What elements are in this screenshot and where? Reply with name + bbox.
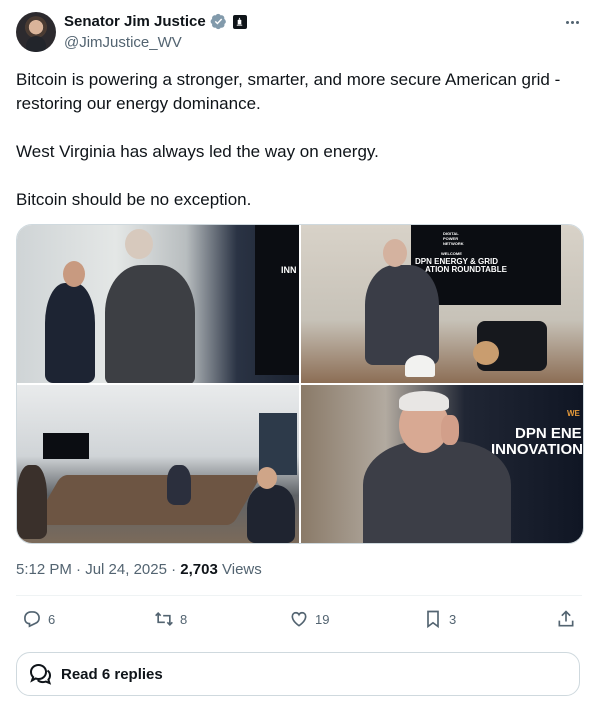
photo-screen-text: WE xyxy=(567,409,580,418)
meta-separator: · xyxy=(171,561,177,578)
bookmark-count: 3 xyxy=(449,611,457,627)
tweet-paragraph: West Virginia has always led the way on … xyxy=(16,142,379,161)
tweet-paragraph: Bitcoin should be no exception. xyxy=(16,190,252,209)
verified-icon xyxy=(210,13,226,30)
author-display-name[interactable]: Senator Jim Justice xyxy=(64,13,206,30)
photo-screen-text: ATION ROUNDTABLE xyxy=(425,265,507,274)
photo-screen-text: NETWORK xyxy=(443,241,464,246)
tweet-time[interactable]: 5:12 PM xyxy=(16,561,72,578)
reply-button[interactable]: 6 xyxy=(22,609,55,629)
divider xyxy=(16,595,582,596)
photo-screen-text: WELCOME xyxy=(441,251,462,256)
reply-icon xyxy=(24,611,40,628)
tweet-paragraph: Bitcoin is powering a stronger, smarter,… xyxy=(16,70,561,113)
repost-button[interactable]: 8 xyxy=(154,609,187,629)
photo-screen-text: DPN ENE xyxy=(515,425,582,442)
share-icon xyxy=(558,610,574,627)
photo-screen-text: INNOVATION xyxy=(491,441,583,458)
tweet-meta: 5:12 PM · Jul 24, 2025 · 2,703 Views xyxy=(16,561,262,578)
read-replies-label: Read 6 replies xyxy=(61,665,163,683)
speech-bubbles-icon xyxy=(29,663,52,685)
meta-separator: · xyxy=(76,561,82,578)
tweet-date[interactable]: Jul 24, 2025 xyxy=(85,561,167,578)
government-badge-icon xyxy=(232,14,247,29)
like-icon xyxy=(291,611,307,627)
more-icon[interactable] xyxy=(562,14,582,30)
author-avatar[interactable] xyxy=(16,12,56,52)
author-name-row: Senator Jim Justice xyxy=(64,13,247,30)
like-count: 19 xyxy=(315,611,330,627)
bookmark-button[interactable]: 3 xyxy=(423,609,456,629)
photo-speaking[interactable]: WE DPN ENE INNOVATION xyxy=(301,385,583,543)
bookmark-icon xyxy=(427,610,439,629)
repost-icon xyxy=(155,611,173,627)
photo-conference-room[interactable] xyxy=(17,385,299,543)
read-replies-button[interactable]: Read 6 replies xyxy=(16,652,580,696)
photo-roundtable-seated[interactable]: DIGITAL POWER NETWORK WELCOME DPN ENERGY… xyxy=(301,225,583,383)
repost-count: 8 xyxy=(180,611,188,627)
author-handle[interactable]: @JimJustice_WV xyxy=(64,34,182,51)
views-label: Views xyxy=(222,561,262,578)
photo-screen-text: INN xyxy=(281,265,297,275)
media-grid: INN DIGITAL POWER NETWORK WELCOME DPN EN… xyxy=(16,224,584,544)
like-button[interactable]: 19 xyxy=(289,609,329,629)
share-button[interactable] xyxy=(556,609,576,629)
photo-handshake[interactable]: INN xyxy=(17,225,299,383)
action-bar: 6 8 19 3 xyxy=(16,609,582,633)
views-count: 2,703 xyxy=(180,561,218,578)
tweet-text: Bitcoin is powering a stronger, smarter,… xyxy=(16,68,582,236)
reply-count: 6 xyxy=(48,611,56,627)
